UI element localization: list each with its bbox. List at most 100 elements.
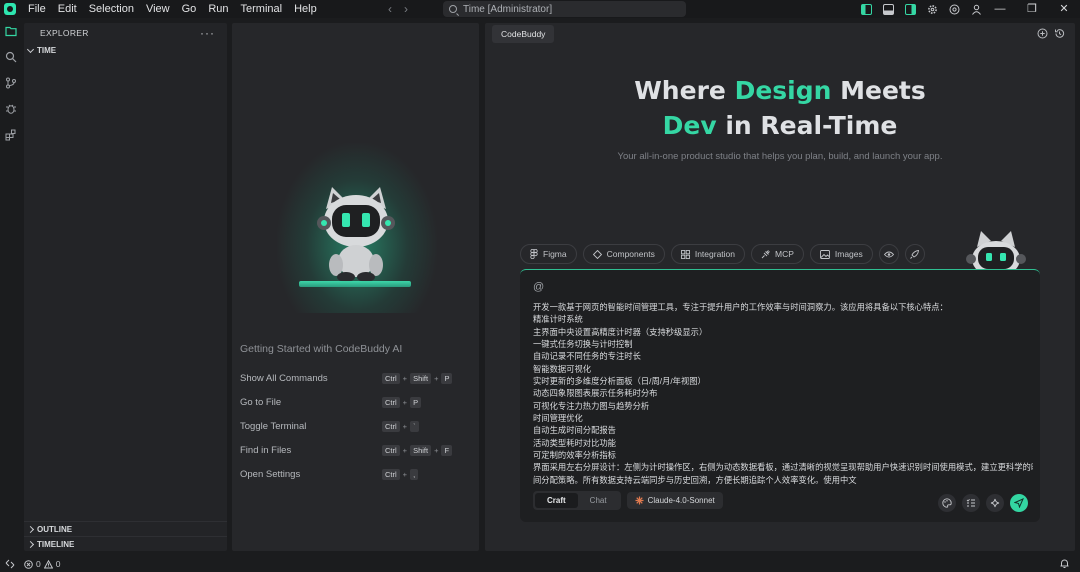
command-center-text: Time [Administrator] xyxy=(463,3,553,15)
timeline-section[interactable]: TIMELINE xyxy=(24,536,227,551)
folder-root-time[interactable]: TIME xyxy=(24,43,227,58)
window-controls: — ❐ ✕ xyxy=(984,0,1080,18)
prompt-composer[interactable]: @ 开发一款基于网页的智能时间管理工具，专注于提升用户的工作效率与时间洞察力。该… xyxy=(520,269,1040,522)
remote-indicator[interactable] xyxy=(0,556,20,572)
hero-line-1: Where Design Meets xyxy=(485,73,1075,108)
composer-actions xyxy=(938,494,1028,512)
hero-where: Where xyxy=(634,76,735,105)
shortcut-list: Show All Commands Ctrl + Shift + P Go to F… xyxy=(240,366,470,486)
explorer-title: EXPLORER xyxy=(40,28,89,38)
chip-components[interactable]: Components xyxy=(582,244,665,264)
search-icon[interactable] xyxy=(0,44,22,70)
chip-label: Components xyxy=(606,249,655,259)
key-cap: Shift xyxy=(410,372,432,384)
chip-label: Images xyxy=(834,249,863,259)
shortcut-label: Open Settings xyxy=(240,468,301,480)
chevron-right-icon xyxy=(26,525,35,533)
nav-arrows: ‹ › xyxy=(388,0,408,18)
key-cap: P xyxy=(410,396,422,408)
forward-arrow-icon[interactable]: › xyxy=(404,0,408,18)
status-bar: 0 0 xyxy=(0,556,1080,572)
shortcut-open-settings[interactable]: Open Settings Ctrl + , xyxy=(240,462,470,486)
chevron-down-icon xyxy=(26,45,35,53)
outline-section[interactable]: OUTLINE xyxy=(24,521,227,536)
menu-view[interactable]: View xyxy=(140,0,176,18)
more-actions-icon[interactable]: ··· xyxy=(200,26,215,40)
chip-images[interactable]: Images xyxy=(809,244,873,264)
model-selector[interactable]: Claude-4.0-Sonnet xyxy=(626,492,723,509)
menu-selection[interactable]: Selection xyxy=(83,0,140,18)
chip-figma[interactable]: Figma xyxy=(520,244,577,264)
chip-mcp[interactable]: MCP xyxy=(751,244,804,264)
settings-gear-icon[interactable] xyxy=(926,3,938,15)
restore-icon[interactable]: ❐ xyxy=(1016,0,1048,18)
integration-icon xyxy=(680,249,690,259)
notifications-bell-icon[interactable] xyxy=(1059,558,1070,569)
key-plus: + xyxy=(434,373,439,383)
chip-label: Integration xyxy=(694,249,735,259)
run-debug-icon[interactable] xyxy=(0,96,22,122)
extensions-icon[interactable] xyxy=(0,122,22,148)
theme-palette-button[interactable] xyxy=(938,494,956,512)
key-cap: Ctrl xyxy=(382,372,400,384)
eye-icon xyxy=(883,251,894,257)
menu-terminal[interactable]: Terminal xyxy=(235,0,289,18)
toggle-panel-icon[interactable] xyxy=(882,3,894,15)
command-center-search[interactable]: Time [Administrator] xyxy=(443,1,686,17)
tab-codebuddy[interactable]: CodeBuddy xyxy=(492,25,555,43)
mode-craft-button[interactable]: Craft xyxy=(535,493,578,508)
prompt-input[interactable]: 开发一款基于网页的智能时间管理工具，专注于提升用户的工作效率与时间洞察力。该应用… xyxy=(533,301,1033,486)
shortcut-keys: Ctrl + ` xyxy=(382,420,470,432)
key-cap: P xyxy=(441,372,453,384)
problems-indicator[interactable]: 0 0 xyxy=(24,559,60,569)
palette-icon xyxy=(942,498,952,508)
chip-label: MCP xyxy=(775,249,794,259)
menu-file[interactable]: File xyxy=(22,0,52,18)
history-icon[interactable] xyxy=(1054,28,1065,39)
menu-go[interactable]: Go xyxy=(176,0,203,18)
hero-design: Design xyxy=(734,76,832,105)
shortcut-keys: Ctrl + , xyxy=(382,468,470,480)
folder-label: TIME xyxy=(37,46,57,55)
timeline-label: TIMELINE xyxy=(37,539,75,549)
layout-controls xyxy=(860,0,982,18)
shortcut-toggle-terminal[interactable]: Toggle Terminal Ctrl + ` xyxy=(240,414,470,438)
mention-at-icon[interactable]: @ xyxy=(533,281,544,293)
new-chat-icon[interactable] xyxy=(1037,28,1048,39)
toggle-primary-sidebar-icon[interactable] xyxy=(860,3,872,15)
back-arrow-icon[interactable]: ‹ xyxy=(388,0,392,18)
menu-edit[interactable]: Edit xyxy=(52,0,83,18)
image-icon xyxy=(819,249,830,259)
prompt-line: 实时更新的多维度分析面板（日/周/月/年视图） xyxy=(533,376,706,387)
menu-run[interactable]: Run xyxy=(202,0,234,18)
mode-chat-button[interactable]: Chat xyxy=(578,493,619,508)
toggle-secondary-sidebar-icon[interactable] xyxy=(904,3,916,15)
source-control-icon[interactable] xyxy=(0,70,22,96)
shortcut-go-to-file[interactable]: Go to File Ctrl + P xyxy=(240,390,470,414)
claude-logo-icon xyxy=(635,496,644,505)
extensions-globe-icon[interactable] xyxy=(948,3,960,15)
prompt-line: 自动记录不同任务的专注时长 xyxy=(533,351,641,362)
close-icon[interactable]: ✕ xyxy=(1048,0,1080,18)
mascot-platform xyxy=(299,281,411,287)
explorer-files-icon[interactable] xyxy=(0,18,22,44)
prompt-line: 可视化专注力热力图与趋势分析 xyxy=(533,400,650,411)
chip-preview[interactable] xyxy=(878,244,899,264)
menu-help[interactable]: Help xyxy=(288,0,323,18)
shortcut-show-all-commands[interactable]: Show All Commands Ctrl + Shift + P xyxy=(240,366,470,390)
prompt-line: 活动类型耗时对比功能 xyxy=(533,437,616,448)
chip-integration[interactable]: Integration xyxy=(670,244,745,264)
shortcut-label: Find in Files xyxy=(240,444,292,456)
key-cap: Ctrl xyxy=(382,396,400,408)
chevron-right-icon xyxy=(26,540,35,548)
key-plus: + xyxy=(434,445,439,455)
send-button[interactable] xyxy=(1010,494,1028,512)
enhance-prompt-button[interactable] xyxy=(986,494,1004,512)
shortcut-keys: Ctrl + P xyxy=(382,396,470,408)
minimize-icon[interactable]: — xyxy=(984,0,1016,18)
shortcut-find-in-files[interactable]: Find in Files Ctrl + Shift + F xyxy=(240,438,470,462)
account-icon[interactable] xyxy=(970,3,982,15)
task-list-button[interactable] xyxy=(962,494,980,512)
chip-deploy[interactable] xyxy=(904,244,925,264)
shortcut-keys: Ctrl + Shift + F xyxy=(382,444,470,456)
